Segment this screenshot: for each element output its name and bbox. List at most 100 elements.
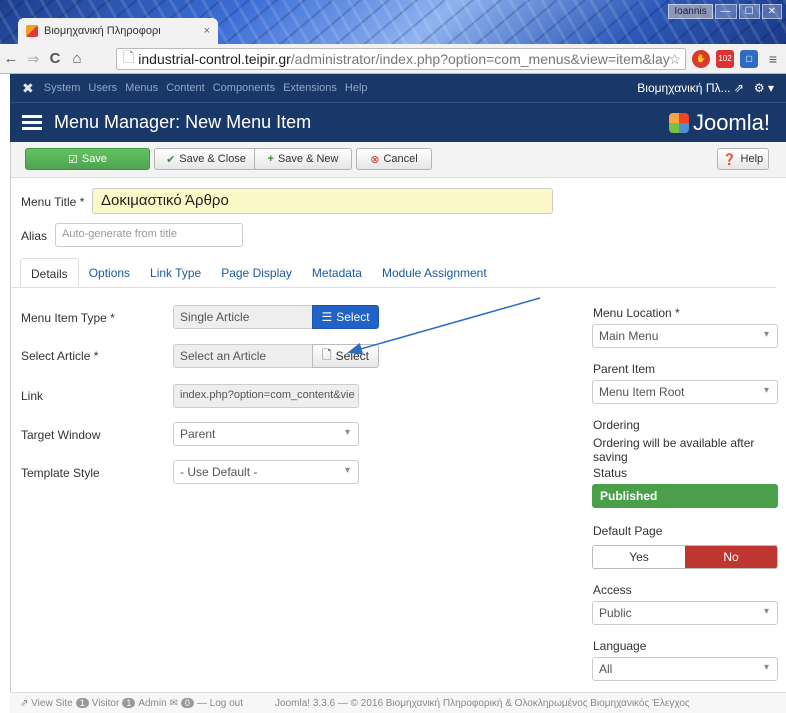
- nav-components[interactable]: Components: [213, 82, 275, 94]
- extension-icon[interactable]: ▢: [740, 50, 758, 68]
- url-path: /administrator/index.php?option=com_menu…: [290, 51, 670, 67]
- home-icon[interactable]: ⌂: [66, 50, 88, 67]
- file-icon: 🗋: [321, 347, 332, 362]
- select-article-field: Select an Article: [173, 344, 313, 368]
- view-site-link[interactable]: View Site: [31, 698, 73, 709]
- save-new-button[interactable]: + Save & New: [254, 148, 352, 170]
- admin-count-badge: 1: [122, 698, 136, 708]
- edit-icon: ☑: [68, 153, 78, 166]
- joomla-brand: Joomla!: [668, 110, 770, 136]
- window-user-badge[interactable]: Ioannis: [668, 4, 713, 19]
- ordering-label: Ordering: [593, 418, 640, 432]
- menu-location-select[interactable]: Main Menu: [592, 324, 778, 348]
- list-menu-icon: [22, 112, 42, 133]
- visitor-label: Visitor: [91, 697, 120, 709]
- page-icon: 🗋: [123, 49, 135, 65]
- cancel-button[interactable]: ⊗ Cancel: [356, 148, 432, 170]
- window-controls: Ioannis — ☐ ✕: [668, 4, 782, 19]
- address-bar-row: ← ⇒ C ⌂ 🗋 industrial-control.teipir.gr/a…: [0, 44, 786, 74]
- browser-tab[interactable]: Βιομηχανική Πληροφορι ×: [18, 18, 218, 44]
- template-style-label: Template Style: [21, 466, 100, 480]
- nav-extensions[interactable]: Extensions: [283, 82, 337, 94]
- close-window-icon[interactable]: ✕: [761, 4, 782, 19]
- forward-icon[interactable]: ⇒: [22, 50, 44, 68]
- help-button[interactable]: ❓ Help: [717, 148, 769, 170]
- save-label: Save: [81, 153, 107, 165]
- nav-menus[interactable]: Menus: [125, 82, 158, 94]
- maximize-icon[interactable]: ☐: [738, 4, 760, 19]
- envelope-icon: ✉: [169, 697, 178, 709]
- visitor-count-badge: 1: [75, 698, 89, 708]
- select-label: Select: [336, 310, 370, 324]
- bookmark-star-icon[interactable]: ☆: [668, 51, 681, 68]
- check-icon: ✔: [166, 153, 176, 166]
- tab-page-display[interactable]: Page Display: [211, 258, 302, 287]
- menu-title-label: Menu Title *: [21, 195, 85, 209]
- logout-link[interactable]: Log out: [210, 698, 243, 709]
- admin-label: Admin: [138, 697, 167, 709]
- tab-metadata[interactable]: Metadata: [302, 258, 372, 287]
- reload-icon[interactable]: C: [44, 50, 66, 67]
- minimize-icon[interactable]: —: [714, 4, 737, 19]
- select-article-button[interactable]: 🗋 Select: [312, 344, 379, 368]
- save-new-label: Save & New: [277, 153, 339, 165]
- joomla-logo-icon[interactable]: ✖: [22, 80, 34, 97]
- joomla-brand-icon: [668, 113, 689, 133]
- help-label: Help: [740, 153, 764, 165]
- menu-item-type-select-button[interactable]: ☰ Select: [312, 305, 379, 329]
- link-label: Link: [21, 389, 44, 403]
- alias-input[interactable]: Auto-generate from title: [55, 223, 243, 247]
- nav-system[interactable]: System: [44, 82, 81, 94]
- tab-details[interactable]: Details: [20, 258, 79, 287]
- status-footer: ⇗ View Site 1 Visitor 1 Admin ✉ 0 — Log …: [10, 692, 786, 713]
- status-label: Status: [593, 466, 628, 480]
- select-article-button-label: Select: [335, 349, 369, 363]
- alias-label: Alias: [21, 229, 48, 243]
- default-page-toggle: Yes No: [592, 545, 778, 569]
- parent-item-label: Parent Item: [593, 362, 656, 376]
- site-name-link[interactable]: Βιομηχανική Πλ... ⇗: [637, 81, 744, 95]
- link-field: index.php?option=com_content&vie: [173, 384, 359, 408]
- cancel-label: Cancel: [383, 153, 418, 165]
- adblock-extension-icon[interactable]: ✋: [692, 50, 710, 68]
- save-button[interactable]: ☑ Save: [25, 148, 150, 170]
- back-icon[interactable]: ←: [0, 50, 22, 67]
- joomla-brand-text: Joomla!: [692, 110, 770, 135]
- cancel-icon: ⊗: [370, 153, 380, 166]
- default-page-label: Default Page: [593, 524, 663, 538]
- tab-options[interactable]: Options: [79, 258, 140, 287]
- tab-module-assignment[interactable]: Module Assignment: [372, 258, 497, 287]
- user-gear-icon[interactable]: ⚙ ▾: [754, 81, 774, 95]
- gmail-extension-icon[interactable]: 102: [716, 50, 734, 68]
- url-input[interactable]: 🗋 industrial-control.teipir.gr/administr…: [116, 48, 686, 70]
- template-style-select[interactable]: - Use Default -: [173, 460, 359, 484]
- page-header: Menu Manager: New Menu Item Joomla!: [10, 102, 786, 142]
- menu-item-type-label: Menu Item Type *: [21, 311, 115, 325]
- default-page-no-button[interactable]: No: [685, 546, 777, 568]
- chrome-menu-icon[interactable]: ≡: [764, 50, 782, 68]
- default-page-yes-button[interactable]: Yes: [593, 546, 685, 568]
- tab-link-type[interactable]: Link Type: [140, 258, 211, 287]
- nav-users[interactable]: Users: [88, 82, 117, 94]
- question-icon: ❓: [722, 153, 737, 166]
- parent-item-select[interactable]: Menu Item Root: [592, 380, 778, 404]
- target-window-select[interactable]: Parent: [173, 422, 359, 446]
- browser-titlebar: Βιομηχανική Πληροφορι × Ioannis — ☐ ✕: [0, 0, 786, 44]
- menu-title-input[interactable]: Δοκιμαστικό Άρθρο: [92, 188, 553, 214]
- access-label: Access: [593, 583, 632, 597]
- list-icon: ☰: [321, 310, 333, 324]
- page-title: Menu Manager: New Menu Item: [54, 112, 312, 132]
- access-select[interactable]: Public: [592, 601, 778, 625]
- nav-help[interactable]: Help: [345, 82, 368, 94]
- nav-content[interactable]: Content: [166, 82, 205, 94]
- joomla-favicon-icon: [26, 25, 38, 37]
- language-select[interactable]: All: [592, 657, 778, 681]
- status-select[interactable]: Published: [592, 484, 778, 508]
- edit-tabs: Details Options Link Type Page Display M…: [10, 258, 776, 288]
- minus-icon: —: [196, 697, 207, 709]
- save-close-button[interactable]: ✔ Save & Close: [154, 148, 258, 170]
- external-link-icon: ⇗: [20, 697, 29, 709]
- admin-navbar: ✖ System Users Menus Content Components …: [10, 74, 786, 102]
- tab-close-icon[interactable]: ×: [204, 25, 210, 37]
- toolbar: ☑ Save ✔ Save & Close + Save & New ⊗ Cancel …: [10, 142, 786, 178]
